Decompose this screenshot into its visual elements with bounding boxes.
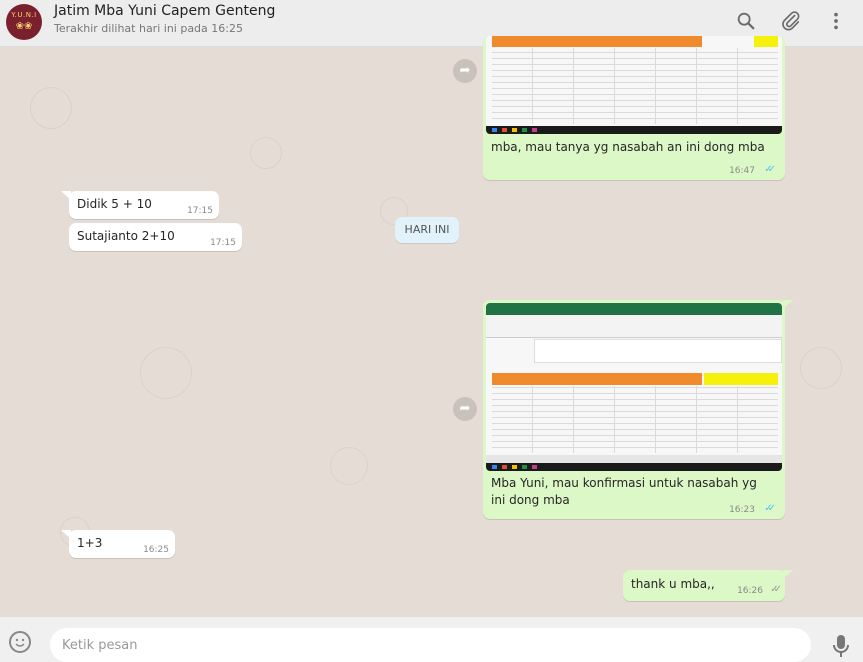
sheet-grid — [492, 386, 778, 453]
sheet-header-row — [492, 36, 702, 47]
message-time: 16:47 — [729, 166, 755, 176]
chat-title[interactable]: Jatim Mba Yuni Capem Genteng — [54, 3, 275, 19]
microphone-icon[interactable] — [832, 634, 850, 658]
avatar[interactable]: Y.U.N.I ❀❀ — [6, 4, 42, 40]
message-time: 16:25 — [143, 545, 169, 555]
delivered-ticks-icon: ✓✓ — [770, 584, 782, 595]
spreadsheet-screenshot[interactable] — [486, 303, 782, 471]
search-icon[interactable] — [735, 10, 757, 32]
message-input[interactable] — [50, 628, 811, 662]
message-bubble-incoming[interactable]: 1+3 16:25 — [69, 530, 175, 558]
menu-icon[interactable] — [825, 10, 847, 32]
wallpaper-doodle — [330, 447, 368, 485]
excel-title-bar — [486, 303, 782, 315]
message-text: Sutajianto 2+10 — [77, 229, 175, 243]
message-time: 17:15 — [187, 206, 213, 216]
spreadsheet-screenshot[interactable] — [486, 36, 782, 134]
taskbar-icon — [512, 128, 517, 132]
message-text: mba, mau tanya yg nasabah an ini dong mb… — [491, 140, 765, 154]
taskbar-icon — [522, 128, 527, 132]
sheet-highlight-cell — [754, 36, 778, 47]
forward-icon[interactable]: ➦ — [453, 397, 477, 421]
avatar-text: Y.U.N.I — [11, 11, 37, 19]
excel-ribbon — [486, 315, 782, 338]
read-ticks-icon: ✓✓ — [764, 164, 776, 175]
message-text: Mba Yuni, mau konfirmasi untuk nasabah y… — [491, 476, 757, 507]
message-text: Didik 5 + 10 — [77, 197, 152, 211]
taskbar-icon — [492, 128, 497, 132]
message-bubble-incoming[interactable]: Sutajianto 2+10 17:15 — [69, 223, 242, 251]
wallpaper-doodle — [800, 347, 842, 389]
message-bubble-incoming[interactable]: Didik 5 + 10 17:15 — [69, 191, 219, 219]
taskbar-icon — [492, 465, 497, 469]
taskbar-icon — [502, 465, 507, 469]
avatar-logo: ❀❀ — [15, 21, 33, 32]
wallpaper-doodle — [140, 347, 192, 399]
wallpaper-doodle — [30, 87, 72, 129]
sheet-tabs — [486, 455, 782, 463]
message-time: 16:23 — [729, 505, 755, 515]
sheet-header-row — [492, 373, 702, 385]
windows-taskbar — [486, 463, 782, 471]
day-divider: HARI INI — [395, 217, 459, 243]
message-bubble-outgoing[interactable]: thank u mba,, 16:26 ✓✓ — [623, 570, 785, 601]
taskbar-icon — [532, 465, 537, 469]
message-text: 1+3 — [77, 536, 103, 550]
forward-icon[interactable]: ➦ — [453, 59, 477, 83]
read-ticks-icon: ✓✓ — [764, 503, 776, 514]
emoji-icon[interactable] — [9, 631, 31, 653]
message-time: 17:15 — [210, 238, 236, 248]
wallpaper-doodle — [250, 137, 282, 169]
message-bubble-outgoing[interactable]: mba, mau tanya yg nasabah an ini dong mb… — [483, 36, 785, 180]
taskbar-icon — [502, 128, 507, 132]
taskbar-icon — [522, 465, 527, 469]
message-bubble-outgoing[interactable]: Mba Yuni, mau konfirmasi untuk nasabah y… — [483, 300, 785, 519]
bubble-tail — [61, 191, 71, 200]
sheet-grid — [492, 48, 778, 124]
taskbar-icon — [532, 128, 537, 132]
taskbar-icon — [512, 465, 517, 469]
message-text: thank u mba,, — [631, 577, 715, 591]
sheet-highlight-cell — [704, 373, 778, 385]
windows-taskbar — [486, 126, 782, 134]
last-seen-status: Terakhir dilihat hari ini pada 16:25 — [54, 22, 243, 35]
attach-icon[interactable] — [780, 10, 802, 32]
excel-formula-area — [534, 339, 782, 363]
message-time: 16:26 — [737, 586, 763, 596]
